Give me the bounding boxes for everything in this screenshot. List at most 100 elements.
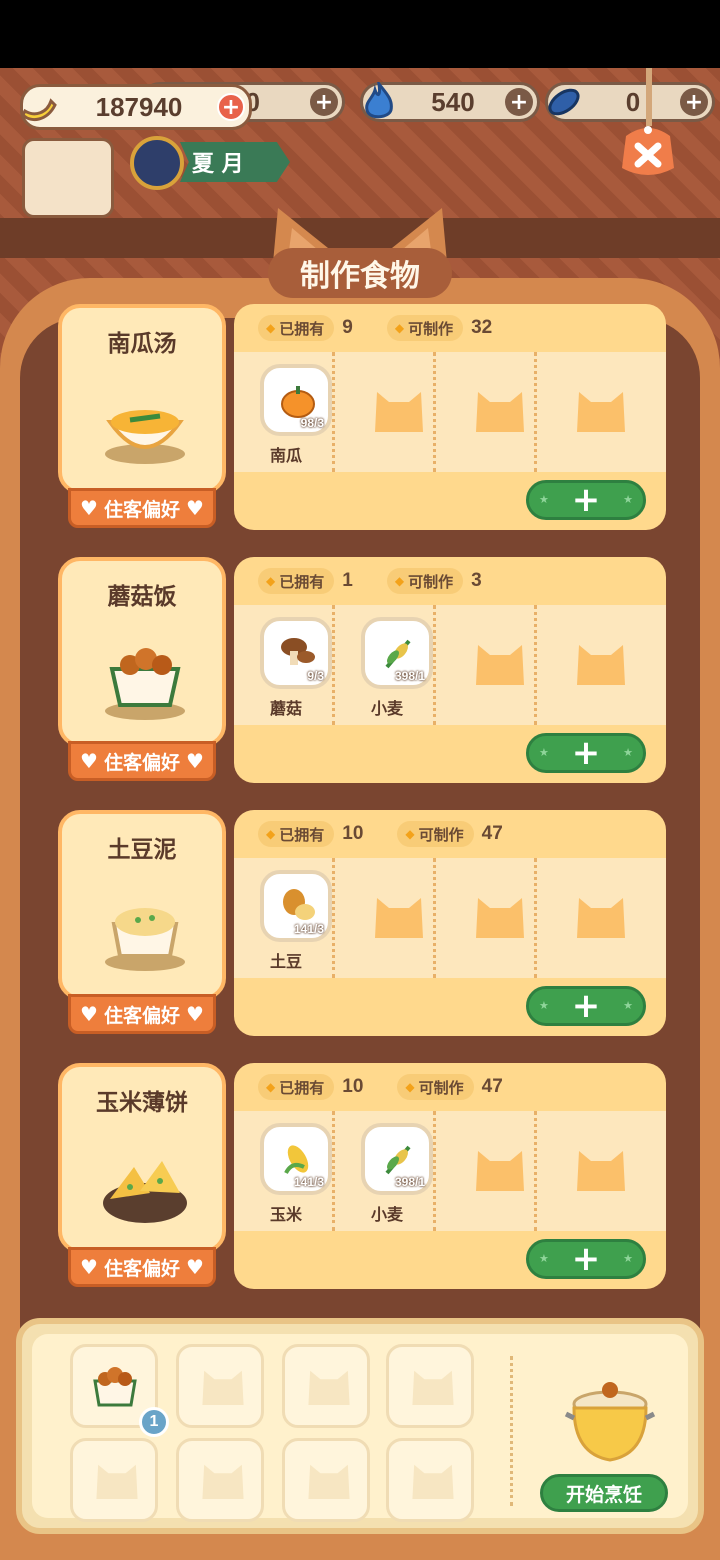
ingredient-item[interactable]: 98/3 xyxy=(260,364,332,436)
season-indicator: 夏 月 xyxy=(130,136,290,190)
resource-2-add-button[interactable]: + xyxy=(310,88,338,116)
ingredient-slots: 141/3 玉米 398/1 小麦 xyxy=(234,1111,666,1231)
cat-placeholder-icon xyxy=(577,1151,625,1191)
recipe-name: 蘑菇饭 xyxy=(107,584,177,610)
recipe-card[interactable]: 南瓜汤 xyxy=(58,304,226,494)
cat-placeholder-icon xyxy=(577,645,625,685)
recipe-card[interactable]: 玉米薄饼 xyxy=(58,1063,226,1253)
recipe-detail: ◆ 已拥有 10 ◆ 可制作 47 141/3 土豆 ★ + ★ xyxy=(234,810,666,1036)
wheat-icon xyxy=(385,639,411,669)
resource-counter-flame: 540 + xyxy=(360,82,540,122)
star-icon: ★ xyxy=(539,746,549,759)
flame-icon xyxy=(357,80,401,124)
preference-label: 住客偏好 xyxy=(103,1257,180,1280)
cat-placeholder-icon xyxy=(375,898,423,938)
cat-placeholder-icon xyxy=(308,1464,350,1499)
ingredient-slots: 141/3 土豆 xyxy=(234,858,666,978)
start-cooking-button[interactable]: 开始烹饪 xyxy=(540,1474,668,1512)
cat-placeholder-icon xyxy=(577,392,625,432)
queue-slot-filled[interactable]: 1 xyxy=(70,1344,169,1437)
ingredient-count: 398/1 xyxy=(394,669,425,683)
empty-slot xyxy=(537,858,638,978)
banana-add-button[interactable]: + xyxy=(217,93,245,121)
queue-slot-empty[interactable] xyxy=(282,1438,370,1522)
recipe-row: 玉米薄饼 ♥ 住客偏好 ♥ ◆ 已拥有 10 ◆ 可制作 47 141/3 玉米… xyxy=(58,1063,668,1295)
star-icon: ★ xyxy=(623,493,633,506)
diamond-icon: ◆ xyxy=(266,1080,276,1094)
craftable-count: 47 xyxy=(481,823,503,844)
ingredient-count: 98/3 xyxy=(300,416,324,430)
add-to-cook-button[interactable]: ★ + ★ xyxy=(526,986,646,1026)
recipe-stats: ◆ 已拥有 10 ◆ 可制作 47 xyxy=(234,810,666,858)
guest-preference-tab[interactable]: ♥ 住客偏好 ♥ xyxy=(68,741,216,781)
add-to-cook-button[interactable]: ★ + ★ xyxy=(526,1239,646,1279)
ingredient-name: 小麦 xyxy=(370,699,403,718)
recipe-card[interactable]: 土豆泥 xyxy=(58,810,226,1000)
diamond-icon: ◆ xyxy=(266,574,276,588)
owned-count: 1 xyxy=(342,570,353,591)
queue-slot-empty[interactable] xyxy=(176,1344,264,1428)
recipe-detail: ◆ 已拥有 9 ◆ 可制作 32 98/3 南瓜 ★ + ★ xyxy=(234,304,666,530)
guest-preference-tab[interactable]: ♥ 住客偏好 ♥ xyxy=(68,1247,216,1287)
queue-slot-empty[interactable] xyxy=(70,1438,158,1522)
ingredient-count: 398/1 xyxy=(394,1175,425,1189)
ingredient-item[interactable]: 141/3 xyxy=(260,870,332,942)
cat-placeholder-icon xyxy=(96,1464,138,1499)
craftable-pill: ◆ 可制作 xyxy=(386,315,464,341)
queue-slot-empty[interactable] xyxy=(386,1438,474,1522)
recipe-row: 南瓜汤 ♥ 住客偏好 ♥ ◆ 已拥有 9 ◆ 可制作 32 98/3 南瓜 ★ … xyxy=(58,304,668,536)
queue-slot-empty[interactable] xyxy=(282,1344,370,1428)
recipe-card[interactable]: 蘑菇饭 xyxy=(58,557,226,747)
heart-icon: ♥ xyxy=(186,1255,204,1279)
ingredient-slots: 98/3 南瓜 xyxy=(234,352,666,472)
ingredient-item[interactable]: 9/3 xyxy=(260,617,332,689)
add-to-cook-button[interactable]: ★ + ★ xyxy=(526,733,646,773)
craftable-pill: ◆ 可制作 xyxy=(397,1074,474,1100)
star-icon: ★ xyxy=(539,1252,549,1265)
guest-preference-tab[interactable]: ♥ 住客偏好 ♥ xyxy=(68,488,216,528)
ingredient-slots: 9/3 蘑菇 398/1 小麦 xyxy=(234,605,666,725)
ingredient-item[interactable]: 398/1 xyxy=(361,617,433,689)
ingredient-name: 南瓜 xyxy=(269,446,302,465)
owned-pill: ◆ 已拥有 xyxy=(258,315,335,341)
banana-value: 187940 xyxy=(95,91,183,122)
diamond-icon: ◆ xyxy=(266,827,276,841)
recipe-row: 蘑菇饭 ♥ 住客偏好 ♥ ◆ 已拥有 1 ◆ 可制作 3 9/3 蘑菇 398/… xyxy=(58,557,668,789)
tray-divider xyxy=(510,1356,513,1506)
craftable-label: 可制作 xyxy=(408,319,454,338)
recipe-stats: ◆ 已拥有 1 ◆ 可制作 3 xyxy=(234,557,666,605)
queue-slot-empty[interactable] xyxy=(386,1344,474,1428)
add-to-cook-button[interactable]: ★ + ★ xyxy=(526,480,646,520)
recipe-stats: ◆ 已拥有 9 ◆ 可制作 32 xyxy=(234,304,666,352)
owned-pill: ◆ 已拥有 xyxy=(258,821,335,847)
queue-count-badge: 1 xyxy=(139,1407,169,1437)
empty-slot xyxy=(335,352,436,472)
fish-add-button[interactable]: + xyxy=(680,88,708,116)
flame-value: 540 xyxy=(431,86,475,117)
corn-icon xyxy=(284,1145,309,1174)
heart-icon: ♥ xyxy=(80,496,98,520)
fish-value: 0 xyxy=(625,86,641,117)
empty-slot xyxy=(537,352,638,472)
ingredient-slot: 9/3 蘑菇 xyxy=(234,605,335,725)
heart-icon: ♥ xyxy=(186,1002,204,1026)
close-icon xyxy=(622,126,674,175)
queue-slot-empty[interactable] xyxy=(176,1438,264,1522)
owned-count: 9 xyxy=(342,317,353,338)
ingredient-slot: 398/1 小麦 xyxy=(335,1111,436,1231)
craftable-count: 47 xyxy=(481,1076,503,1097)
empty-slot xyxy=(537,605,638,725)
pumpkin-icon xyxy=(281,386,315,418)
flame-add-button[interactable]: + xyxy=(505,88,533,116)
plus-icon: + xyxy=(571,733,601,773)
star-icon: ★ xyxy=(623,1252,633,1265)
guest-preference-tab[interactable]: ♥ 住客偏好 ♥ xyxy=(68,994,216,1034)
corn-tortilla-icon xyxy=(103,1161,187,1223)
craftable-label: 可制作 xyxy=(418,825,464,844)
close-button[interactable] xyxy=(616,116,680,186)
cat-placeholder-icon xyxy=(375,392,423,432)
ingredient-name: 小麦 xyxy=(370,1205,403,1224)
ingredient-item[interactable]: 141/3 xyxy=(260,1123,332,1195)
recipe-name: 土豆泥 xyxy=(107,837,177,863)
ingredient-item[interactable]: 398/1 xyxy=(361,1123,433,1195)
